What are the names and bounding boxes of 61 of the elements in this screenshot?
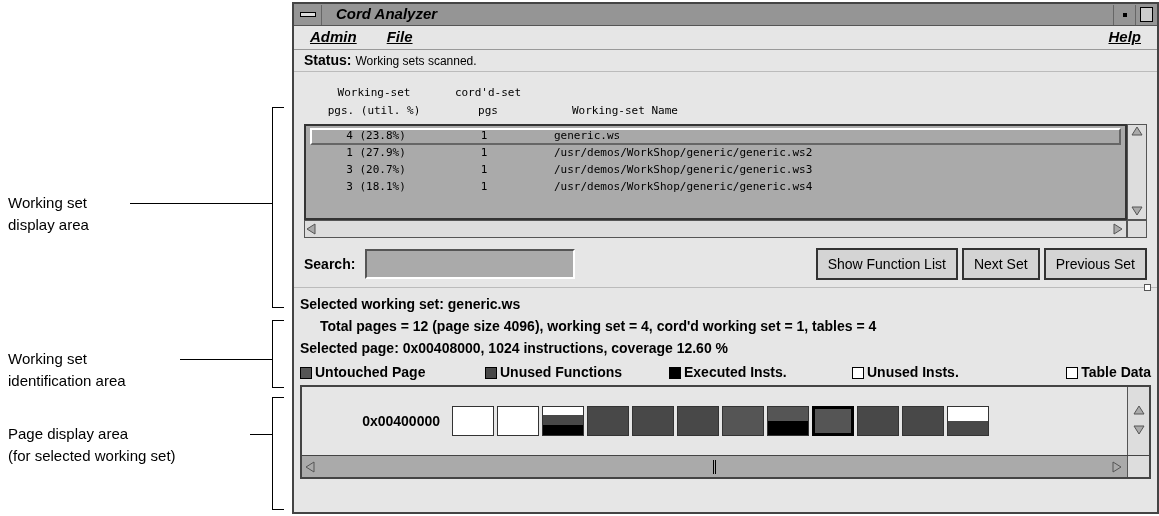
name-cell-text: /usr/demos/WorkShop/generic/generic.ws4 bbox=[553, 179, 813, 196]
action-button[interactable]: Previous Set bbox=[1043, 248, 1147, 280]
totals-text: Total pages = 12 (page size 4096), working set = 4, cord'd working set = 1, tables = 4 bbox=[319, 317, 878, 336]
pages-cell-text: 3 (20.7%) bbox=[345, 162, 407, 179]
status-label: Status: bbox=[304, 51, 352, 70]
cord-cell-text: 1 bbox=[479, 162, 489, 179]
column-header: Working-set bbox=[336, 85, 412, 101]
callout-label: Working set display area bbox=[8, 193, 89, 235]
page-block[interactable] bbox=[542, 406, 584, 436]
search-field[interactable] bbox=[365, 249, 576, 279]
up-arrow-icon[interactable] bbox=[1130, 125, 1144, 139]
pages-cell-text: 3 (18.1%) bbox=[345, 179, 407, 196]
menu-item[interactable]: File bbox=[386, 26, 413, 49]
up-arrow-icon[interactable] bbox=[1131, 404, 1146, 418]
column-header: pgs bbox=[477, 103, 499, 119]
list-row[interactable]: 3 (18.1%) 1 /usr/demos/WorkShop/generic/generic.ws4 bbox=[310, 179, 1121, 196]
page-block[interactable] bbox=[947, 406, 989, 436]
vertical-scrollbar[interactable] bbox=[1127, 124, 1147, 220]
scrollbar-corner bbox=[1127, 456, 1149, 477]
legend-label: Unused Insts. bbox=[867, 363, 959, 382]
leader-line bbox=[250, 434, 272, 435]
page-block[interactable] bbox=[452, 406, 494, 436]
column-header: pgs. (util. %) bbox=[326, 103, 422, 119]
list-row[interactable]: 3 (20.7%) 1 /usr/demos/WorkShop/generic/generic.ws3 bbox=[310, 162, 1121, 179]
pages-cell-text: 1 (27.9%) bbox=[345, 145, 407, 162]
scrollbar-corner bbox=[1127, 220, 1147, 238]
legend-label: Table Data bbox=[1081, 363, 1151, 382]
column-header: cord'd-set bbox=[453, 85, 523, 101]
page-block[interactable] bbox=[497, 406, 539, 436]
callout-label: Working set identification area bbox=[8, 349, 126, 391]
cord-cell-text: 1 bbox=[479, 145, 489, 162]
selected-page-text: Selected page: 0x00408000, 1024 instructions, coverage 12.60 % bbox=[300, 339, 730, 358]
window-title: Cord Analyzer bbox=[336, 4, 439, 25]
name-cell-text: /usr/demos/WorkShop/generic/generic.ws3 bbox=[553, 162, 813, 179]
action-button[interactable]: Next Set bbox=[961, 248, 1040, 280]
action-button[interactable]: Show Function List bbox=[815, 248, 958, 280]
status-text: Working sets scanned. bbox=[355, 52, 477, 70]
horizontal-scrollbar[interactable] bbox=[304, 220, 1127, 238]
bracket bbox=[272, 320, 284, 388]
horizontal-scrollbar[interactable] bbox=[302, 456, 1127, 477]
pages-cell-text: 4 (23.8%) bbox=[345, 128, 407, 145]
list-row[interactable]: 4 (23.8%) 1 generic.ws bbox=[310, 128, 1121, 145]
search-label: Search: bbox=[304, 254, 356, 274]
name-cell-text: generic.ws bbox=[553, 128, 621, 145]
cord-cell-text: 1 bbox=[479, 179, 489, 196]
menu-item[interactable]: Help bbox=[1108, 26, 1141, 49]
vertical-scrollbar[interactable] bbox=[1127, 387, 1149, 455]
list-row[interactable]: 1 (27.9%) 1 /usr/demos/WorkShop/generic/generic.ws2 bbox=[310, 145, 1121, 162]
resize-handle-icon[interactable] bbox=[1144, 284, 1151, 291]
left-arrow-icon[interactable] bbox=[304, 459, 318, 474]
cord-cell-text: 1 bbox=[479, 128, 489, 145]
left-arrow-icon[interactable] bbox=[305, 222, 319, 236]
legend-label: Unused Functions bbox=[500, 363, 623, 382]
legend-label: Executed Insts. bbox=[684, 363, 787, 382]
legend-label: Untouched Page bbox=[315, 363, 426, 382]
name-cell-text: /usr/demos/WorkShop/generic/generic.ws2 bbox=[553, 145, 813, 162]
callout-label: Page display area (for selected working set) bbox=[8, 424, 176, 466]
column-header: Working-set Name bbox=[572, 103, 678, 119]
page-address: 0x00400000 bbox=[361, 411, 441, 431]
menu-item[interactable]: Admin bbox=[310, 26, 357, 49]
selected-set-text: Selected working set: generic.ws bbox=[300, 295, 522, 314]
